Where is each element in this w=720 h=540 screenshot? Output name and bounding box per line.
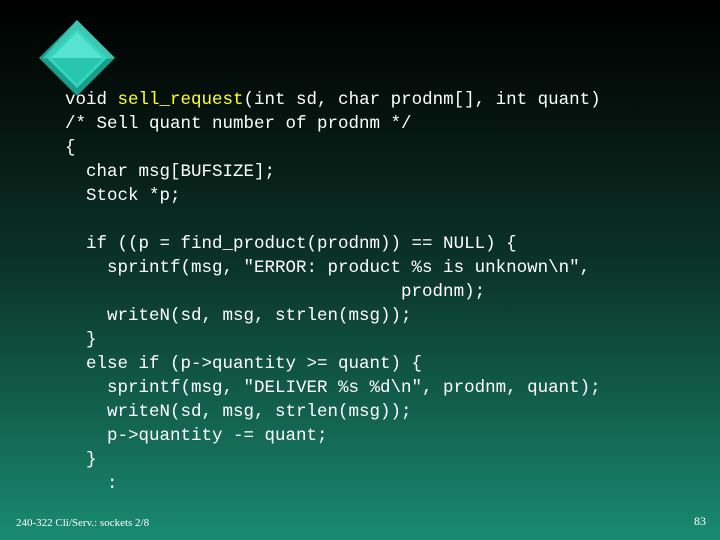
code-block: void sell_request(int sd, char prodnm[],… bbox=[65, 88, 601, 496]
diamond-bullet-icon bbox=[39, 20, 115, 96]
code-line: char msg[BUFSIZE]; bbox=[65, 162, 276, 182]
signature-params: (int sd, char prodnm[], int quant) bbox=[243, 90, 601, 110]
function-name-highlight: sell_request bbox=[117, 90, 244, 110]
code-line: sprintf(msg, "ERROR: product %s is unkno… bbox=[65, 258, 591, 278]
footer-course-label: 240-322 Cli/Serv.: sockets 2/8 bbox=[16, 517, 150, 529]
code-line: : bbox=[65, 474, 118, 494]
code-line: writeN(sd, msg, strlen(msg)); bbox=[65, 402, 412, 422]
signature-return-type: void bbox=[65, 90, 118, 110]
code-line-signature: void sell_request(int sd, char prodnm[],… bbox=[65, 88, 601, 112]
code-line: /* Sell quant number of prodnm */ bbox=[65, 114, 412, 134]
code-line: else if (p->quantity >= quant) { bbox=[65, 354, 423, 374]
code-line: writeN(sd, msg, strlen(msg)); bbox=[65, 306, 412, 326]
code-line: prodnm); bbox=[65, 282, 486, 302]
code-line: } bbox=[65, 330, 97, 350]
slide: { "slide": { "bullet_icon": "diamond-bul… bbox=[0, 0, 720, 540]
code-line: p->quantity -= quant; bbox=[65, 426, 328, 446]
code-line: sprintf(msg, "DELIVER %s %d\n", prodnm, … bbox=[65, 378, 601, 398]
code-line: } bbox=[65, 450, 97, 470]
code-line: if ((p = find_product(prodnm)) == NULL) … bbox=[65, 234, 517, 254]
code-line: { bbox=[65, 138, 76, 158]
code-line: Stock *p; bbox=[65, 186, 181, 206]
footer-page-number: 83 bbox=[694, 514, 706, 528]
